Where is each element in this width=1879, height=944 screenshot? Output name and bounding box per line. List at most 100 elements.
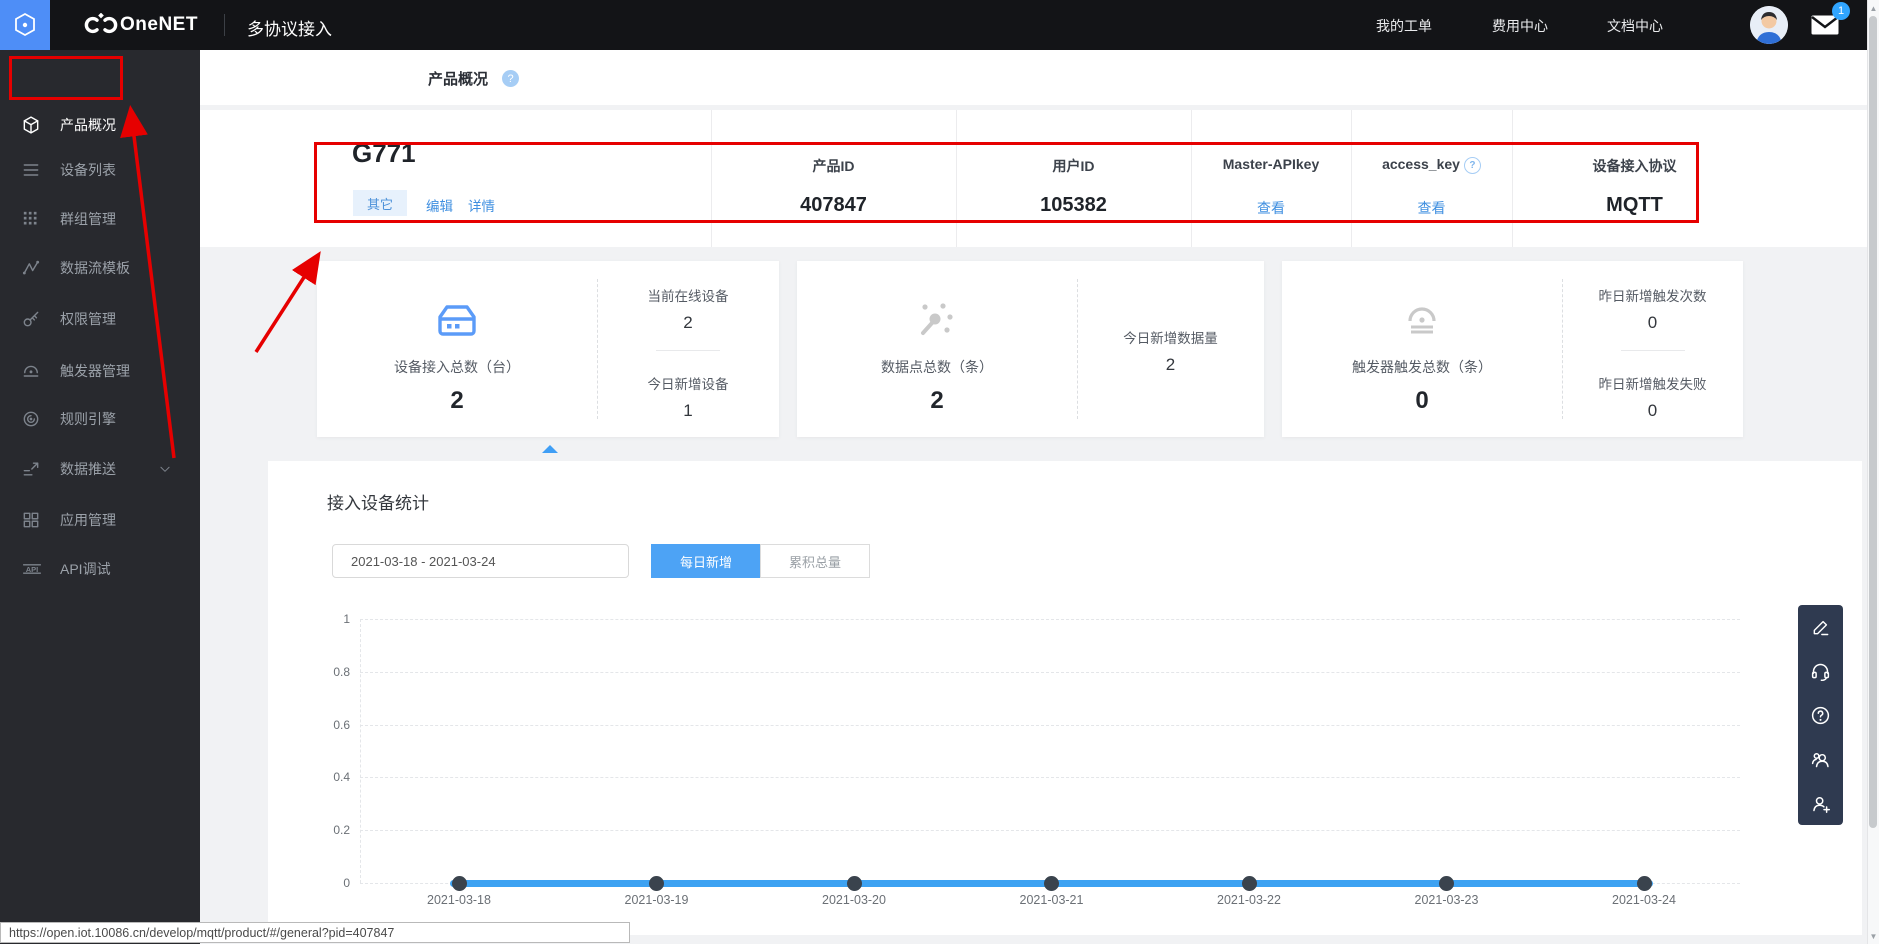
stat-side-2: 今日新增设备1 (597, 373, 779, 421)
topnav-item-3[interactable]: 文档中心 (1607, 16, 1663, 36)
product-name: G771 (352, 138, 416, 169)
sidebar-item-规则引擎[interactable]: 规则引擎 (0, 397, 200, 441)
stat-side-label: 昨日新增触发失败 (1562, 373, 1743, 393)
field-view-link[interactable]: 查看 (1191, 198, 1351, 218)
toolbar-help-button[interactable] (1798, 693, 1843, 737)
scrollbar-down-arrow[interactable]: ▼ (1869, 932, 1878, 941)
grid-icon (21, 209, 41, 229)
chart-data-point (1044, 876, 1059, 891)
toolbar-headset-button[interactable] (1798, 649, 1843, 693)
field-help-icon[interactable]: ? (1464, 157, 1481, 174)
y-axis-label: 0.6 (310, 718, 350, 732)
toggle-每日新增[interactable]: 每日新增 (651, 544, 761, 578)
page-help-icon[interactable]: ? (502, 70, 519, 87)
onenet-logo-icon (84, 13, 118, 37)
stream-icon (21, 258, 41, 278)
cube-icon (21, 115, 41, 135)
stat-card-label: 数据点总数（条） (797, 357, 1077, 377)
sidebar-item-权限管理[interactable]: 权限管理 (0, 297, 200, 341)
product-action-1[interactable]: 编辑 (426, 195, 453, 215)
sidebar-item-数据流模板[interactable]: 数据流模板 (0, 246, 200, 290)
sidebar-item-触发器管理[interactable]: 触发器管理 (0, 349, 200, 393)
rules-icon (21, 409, 41, 429)
onenet-logo-text[interactable]: OneNET (120, 14, 198, 36)
toggle-累积总量[interactable]: 累积总量 (760, 544, 870, 578)
sidebar-item-label: API调试 (60, 559, 111, 579)
user-avatar[interactable] (1750, 6, 1788, 44)
chart-gridline (360, 619, 1740, 620)
svg-text:API: API (26, 565, 39, 574)
toolbar-users-button[interactable] (1798, 737, 1843, 781)
stat-side-value: 0 (1562, 401, 1743, 421)
sidebar-item-label: 数据推送 (60, 459, 116, 479)
mail-badge: 1 (1832, 2, 1850, 20)
x-axis-label: 2021-03-22 (1179, 893, 1319, 907)
hexagon-logo-icon (11, 11, 39, 39)
stat-card-label: 触发器触发总数（条） (1282, 357, 1562, 377)
y-axis-label: 0.2 (310, 823, 350, 837)
top-bar: OneNET 多协议接入 1 我的工单费用中心文档中心 (0, 0, 1867, 50)
stat-side-label: 今日新增数据量 (1077, 327, 1264, 347)
x-axis-label: 2021-03-19 (587, 893, 727, 907)
page-title: 产品概况 (428, 68, 488, 89)
sidebar-item-产品概况[interactable]: 产品概况 (0, 103, 200, 147)
date-range-input[interactable]: 2021-03-18 - 2021-03-24 (332, 544, 629, 578)
product-field-Master-APIkey: Master-APIkey查看 (1191, 110, 1351, 247)
list-icon (21, 160, 41, 180)
scrollbar-thumb[interactable] (1869, 16, 1877, 828)
sidebar-item-应用管理[interactable]: 应用管理 (0, 498, 200, 542)
stat-side-value: 2 (1077, 355, 1264, 375)
toolbar-edit-button[interactable] (1798, 605, 1843, 649)
apps-icon (21, 510, 41, 530)
status-url-tooltip: https://open.iot.10086.cn/develop/mqtt/p… (0, 922, 630, 943)
product-field-access_key: access_key?查看 (1351, 110, 1512, 247)
stat-side-1: 当前在线设备2 (597, 285, 779, 333)
y-axis-label: 0.4 (310, 770, 350, 784)
field-view-link[interactable]: 查看 (1351, 198, 1512, 218)
field-value: 105382 (956, 194, 1191, 217)
api-icon: API (21, 559, 41, 579)
x-axis-label: 2021-03-18 (389, 893, 529, 907)
sidebar-item-设备列表[interactable]: 设备列表 (0, 148, 200, 192)
stat-card-3: 触发器触发总数（条）0昨日新增触发次数0昨日新增触发失败0 (1282, 261, 1743, 437)
field-value: 407847 (711, 194, 956, 217)
stat-side-divider (1621, 350, 1685, 351)
topnav-item-2[interactable]: 费用中心 (1492, 16, 1548, 36)
toolbar-add-user-button[interactable] (1798, 781, 1843, 825)
stat-card-2: 数据点总数（条）2今日新增数据量2 (797, 261, 1264, 437)
y-axis-line (360, 619, 361, 883)
field-label: 产品ID (711, 156, 956, 176)
chart-data-point (649, 876, 664, 891)
sidebar-item-label: 权限管理 (60, 309, 116, 329)
sidebar-item-label: 设备列表 (60, 160, 116, 180)
sidebar-item-label: 应用管理 (60, 510, 116, 530)
product-field-设备接入协议: 设备接入协议MQTT (1512, 110, 1757, 247)
y-axis-label: 0 (310, 876, 350, 890)
chart-data-point (847, 876, 862, 891)
chart-gridline (360, 725, 1740, 726)
field-value: MQTT (1512, 194, 1757, 217)
product-field-产品ID: 产品ID 407847 (711, 110, 956, 247)
product-action-2[interactable]: 详情 (468, 195, 495, 215)
product-category-tag: 其它 (353, 190, 407, 216)
sidebar-item-数据推送[interactable]: 数据推送 (0, 447, 200, 491)
stat-side-2: 昨日新增触发失败 0 (1562, 373, 1743, 421)
stat-card-label: 设备接入总数（台） (317, 357, 597, 377)
sidebar-item-API调试[interactable]: API API调试 (0, 547, 200, 591)
key-icon (21, 309, 41, 329)
topnav-item-1[interactable]: 我的工单 (1376, 16, 1432, 36)
sidebar-item-label: 触发器管理 (60, 361, 130, 381)
chart-data-point (1439, 876, 1454, 891)
stat-card-value: 0 (1282, 387, 1562, 415)
scrollbar-up-arrow[interactable]: ▲ (1869, 4, 1878, 13)
sidebar-item-label: 产品概况 (60, 115, 116, 135)
stat-side-divider (656, 350, 720, 351)
push-icon (21, 459, 41, 479)
sidebar-item-群组管理[interactable]: 群组管理 (0, 197, 200, 241)
chart-data-point (452, 876, 467, 891)
x-axis-label: 2021-03-21 (982, 893, 1122, 907)
trigger-icon (21, 361, 41, 381)
field-label: 用户ID (956, 156, 1191, 176)
y-axis-label: 1 (310, 612, 350, 626)
platform-logo-button[interactable] (0, 0, 50, 50)
